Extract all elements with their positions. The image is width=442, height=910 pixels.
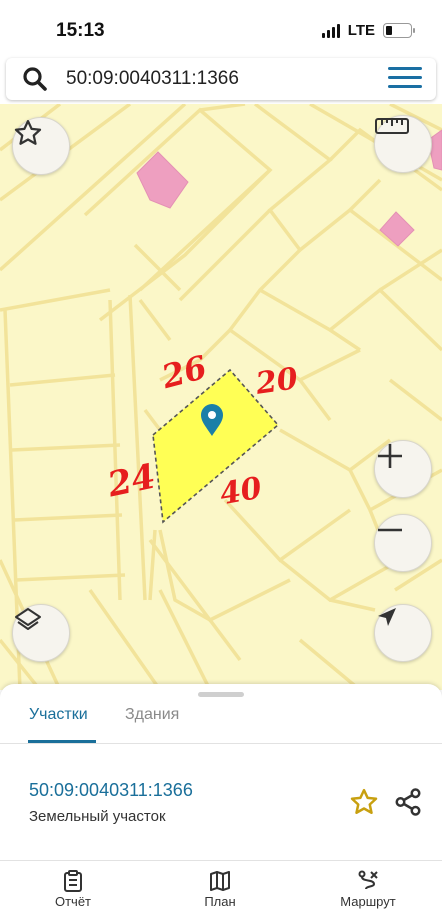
bottom-sheet: Участки Здания 50:09:0040311:1366 Земель… bbox=[0, 684, 442, 910]
status-indicators: LTE bbox=[321, 22, 415, 39]
navigation-arrow-icon bbox=[378, 608, 396, 626]
map-plan-icon bbox=[210, 871, 230, 891]
search-input[interactable]: 50:09:0040311:1366 bbox=[66, 68, 239, 90]
favorite-button[interactable] bbox=[12, 117, 70, 175]
network-label: LTE bbox=[347, 22, 375, 39]
nav-plan-label: План bbox=[204, 894, 236, 909]
share-icon[interactable] bbox=[393, 787, 423, 817]
nav-report-label: Отчёт bbox=[54, 894, 92, 909]
annotation-right: 20 bbox=[253, 361, 300, 402]
nav-route[interactable]: Маршрут bbox=[328, 870, 408, 909]
divider bbox=[0, 860, 442, 861]
route-icon bbox=[358, 870, 378, 890]
tab-buildings[interactable]: Здания bbox=[125, 706, 179, 724]
map-canvas[interactable] bbox=[0, 104, 442, 690]
ruler-icon bbox=[375, 118, 409, 134]
star-icon bbox=[14, 120, 42, 145]
zoom-in-button[interactable] bbox=[374, 440, 432, 498]
nav-report[interactable]: Отчёт bbox=[33, 870, 113, 909]
status-time: 15:13 bbox=[56, 20, 105, 41]
hamburger-menu-icon[interactable] bbox=[388, 67, 422, 91]
layers-button[interactable] bbox=[12, 604, 70, 662]
search-icon[interactable] bbox=[22, 66, 48, 92]
locate-button[interactable] bbox=[374, 604, 432, 662]
parcel-id-link[interactable]: 50:09:0040311:1366 bbox=[29, 780, 193, 801]
status-bar: 15:13 LTE bbox=[0, 0, 442, 58]
annotation-bottom: 40 bbox=[217, 470, 265, 513]
search-bar[interactable]: 50:09:0040311:1366 bbox=[6, 58, 436, 100]
favorite-star-icon[interactable] bbox=[349, 787, 379, 817]
plus-icon bbox=[378, 444, 402, 468]
divider bbox=[0, 743, 442, 744]
minus-icon bbox=[378, 528, 402, 532]
layers-icon bbox=[15, 608, 41, 630]
parcel-type: Земельный участок bbox=[29, 808, 166, 825]
drag-handle[interactable] bbox=[198, 692, 244, 697]
cadastral-map[interactable]: 26 20 24 40 bbox=[0, 104, 442, 690]
battery-icon bbox=[383, 23, 415, 38]
report-icon bbox=[64, 870, 82, 892]
ruler-button[interactable] bbox=[374, 115, 432, 173]
nav-plan[interactable]: План bbox=[180, 870, 260, 909]
zoom-out-button[interactable] bbox=[374, 514, 432, 572]
nav-route-label: Маршрут bbox=[340, 894, 396, 909]
tab-parcels[interactable]: Участки bbox=[29, 706, 88, 724]
signal-icon bbox=[321, 23, 340, 38]
